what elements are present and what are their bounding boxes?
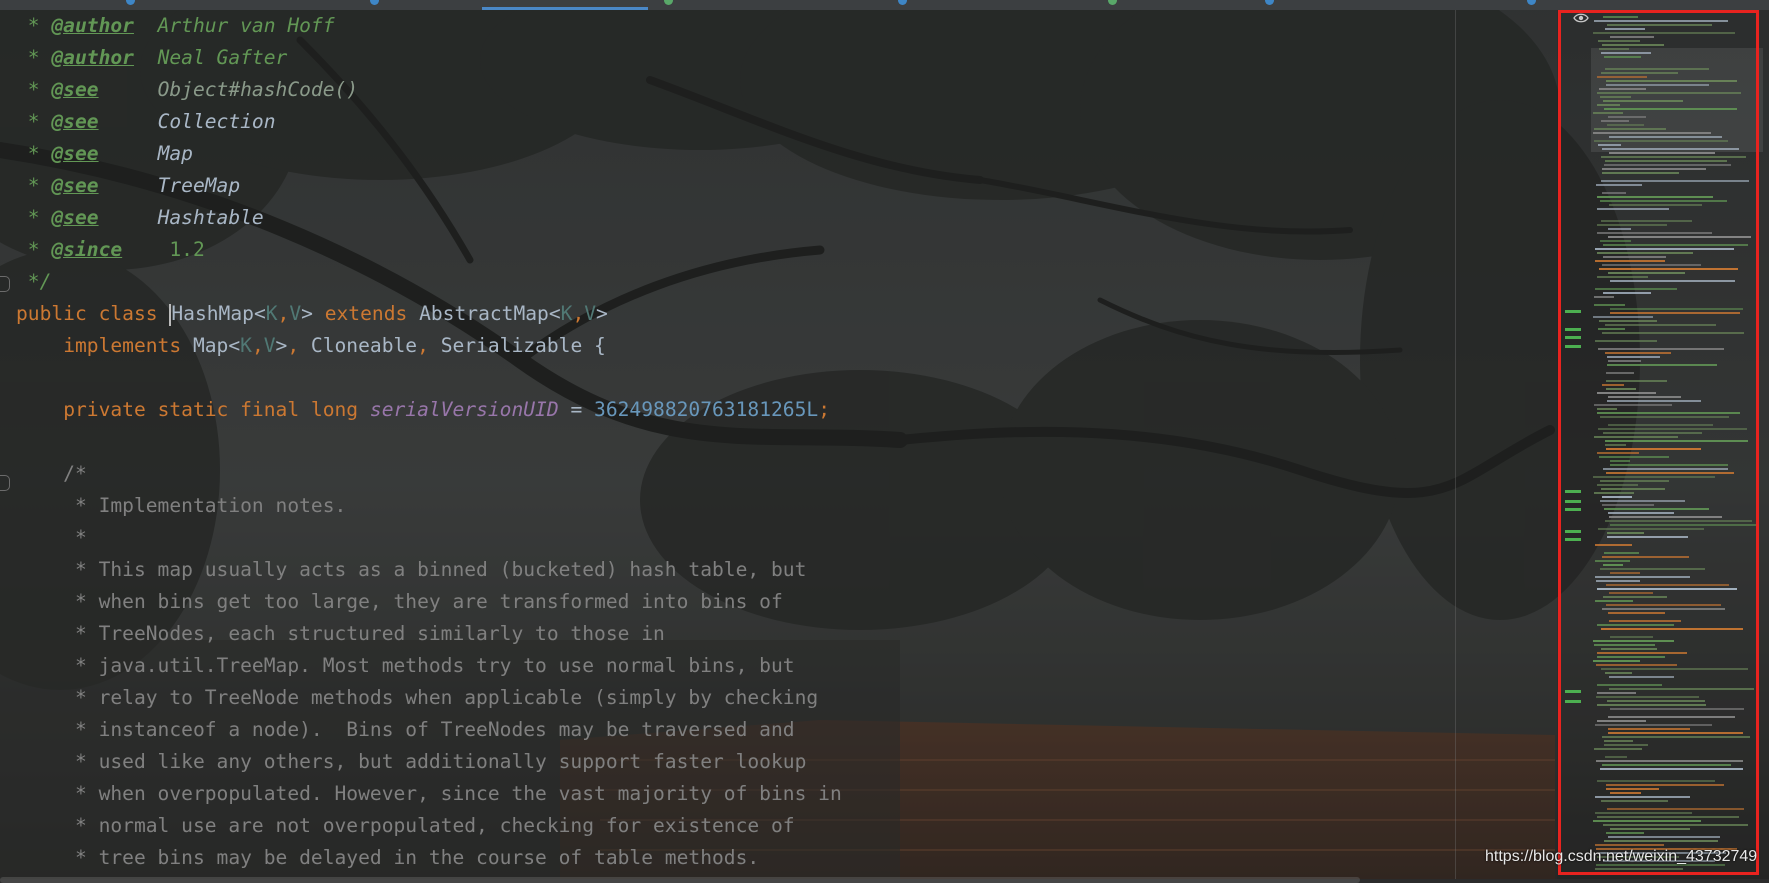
watermark: https://blog.csdn.net/weixin_43732749: [1485, 848, 1758, 865]
comment-line: * relay to TreeNode methods when applica…: [16, 686, 819, 709]
comment-line: * when overpopulated. However, since the…: [16, 782, 842, 805]
comment-line: * normal use are not overpopulated, chec…: [16, 814, 795, 837]
code-line: * @see Map: [27, 142, 193, 165]
code-line: * @since 1.2: [27, 238, 205, 261]
comment-line: * tree bins may be delayed in the course…: [16, 846, 760, 869]
comment-line: * TreeNodes, each structured similarly t…: [16, 622, 665, 645]
code-editor[interactable]: * @author Arthur van Hoff * @author Neal…: [0, 10, 1555, 883]
comment-line: * instanceof a node). Bins of TreeNodes …: [16, 718, 795, 741]
javadoc-tag: @author: [51, 14, 134, 37]
minimap-highlight-box: [1558, 10, 1759, 875]
fold-marker[interactable]: [0, 276, 10, 292]
javadoc-tag: @author: [51, 46, 134, 69]
comment-line: * java.util.TreeMap. Most methods try to…: [16, 654, 795, 677]
code-line: */: [16, 270, 52, 293]
tab-file-icon[interactable]: [1108, 0, 1117, 5]
tab-java-class-icon[interactable]: [1265, 0, 1274, 5]
javadoc-tag: @since: [51, 238, 123, 261]
code-line: * @author Arthur van Hoff: [27, 14, 335, 37]
code-line: * @see Hashtable: [27, 206, 264, 229]
comment-line: /*: [16, 462, 87, 485]
field-declaration-line: private static final long serialVersionU…: [63, 398, 830, 421]
comment-line: * used like any others, but additionally…: [16, 750, 807, 773]
comment-line: * when bins get too large, they are tran…: [16, 590, 783, 613]
javadoc-tag: @see: [51, 78, 99, 101]
code-line: * @see Object#hashCode(): [27, 78, 359, 101]
code-line: * @author Neal Gafter: [27, 46, 288, 69]
tab-java-class-icon[interactable]: [898, 0, 907, 5]
comment-line: * This map usually acts as a binned (buc…: [16, 558, 807, 581]
active-tab-indicator: [482, 7, 648, 10]
comment-line: *: [16, 526, 87, 549]
tab-file-icon[interactable]: [664, 0, 673, 5]
tab-java-class-icon[interactable]: [126, 0, 135, 5]
javadoc-tag: @see: [51, 174, 99, 197]
editor-tab-bar: [0, 0, 1769, 10]
javadoc-tag: @see: [51, 206, 99, 229]
horizontal-scrollbar[interactable]: [0, 877, 1360, 883]
implements-line: implements Map<K,V>, Cloneable, Serializ…: [63, 334, 606, 357]
right-margin-guide: [1455, 10, 1456, 879]
code-line: * @see Collection: [27, 110, 276, 133]
comment-line: * Implementation notes.: [16, 494, 347, 517]
fold-marker[interactable]: [0, 475, 10, 491]
tab-java-class-icon[interactable]: [1527, 0, 1536, 5]
tab-java-class-icon[interactable]: [370, 0, 379, 5]
class-declaration-line: public class HashMap<K,V> extends Abstra…: [16, 302, 608, 326]
javadoc-tag: @see: [51, 110, 99, 133]
class-name: HashMap: [171, 302, 254, 325]
javadoc-tag: @see: [51, 142, 99, 165]
code-line: * @see TreeMap: [27, 174, 241, 197]
